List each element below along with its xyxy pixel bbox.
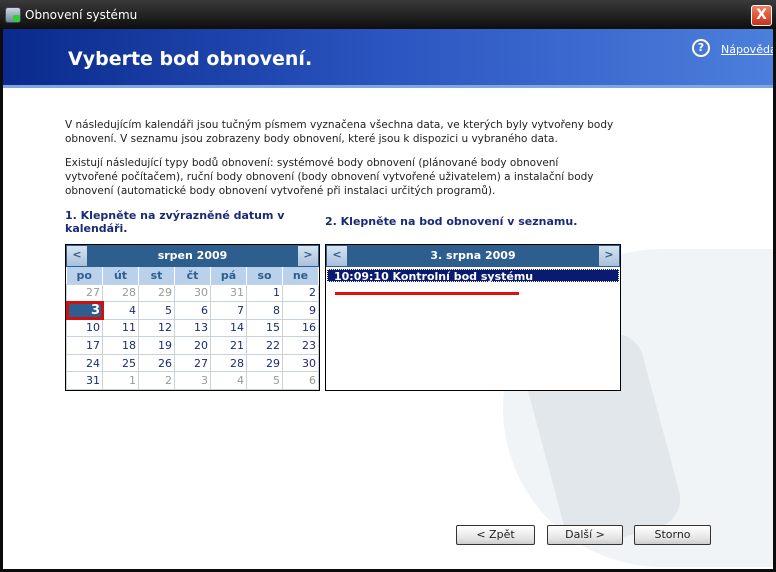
calendar-day[interactable]: 3 (174, 371, 211, 391)
calendar-day[interactable]: 21 (210, 336, 247, 355)
next-month-button[interactable]: > (298, 246, 318, 266)
window-title: Obnovení systému (25, 8, 138, 22)
calendar-day[interactable]: 8 (246, 301, 283, 320)
next-button[interactable]: Další > (547, 525, 623, 545)
calendar-day[interactable]: 5 (138, 301, 175, 320)
step1-label: 1. Klepněte na zvýrazněné datum v kalend… (65, 209, 285, 235)
restore-point-item[interactable]: 10:09:10 Kontrolní bod systému (327, 269, 619, 283)
calendar-day[interactable]: 14 (210, 318, 247, 338)
calendar-day[interactable]: 10 (66, 318, 103, 338)
calendar-day[interactable]: 6 (282, 371, 319, 391)
calendar-day[interactable]: 30 (282, 353, 319, 373)
calendar-day[interactable]: 27 (66, 283, 103, 303)
intro-paragraph-1: V následujícím kalendáři jsou tučným pís… (65, 119, 614, 145)
list-date-label: 3. srpna 2009 (430, 249, 516, 262)
list-header: < 3. srpna 2009 > (326, 245, 620, 267)
calendar-day[interactable]: 20 (174, 336, 211, 355)
calendar-day[interactable]: 24 (66, 353, 103, 373)
calendar-day[interactable]: 22 (246, 336, 283, 355)
calendar-week: 17 18 19 20 21 22 23 (66, 336, 319, 355)
calendar-day[interactable]: 29 (246, 353, 283, 373)
window: Obnovení systému X Vyberte bod obnovení.… (0, 0, 776, 572)
prev-day-button[interactable]: < (327, 246, 347, 266)
weekday-header: čt (174, 267, 211, 284)
calendar-header: < srpen 2009 > (66, 245, 319, 267)
client-area: Vyberte bod obnovení. ? Nápověda V násle… (3, 29, 773, 569)
calendar-day[interactable]: 6 (174, 301, 211, 320)
calendar-day[interactable]: 5 (246, 371, 283, 391)
calendar-day[interactable]: 2 (138, 371, 175, 391)
weekday-header: pá (210, 267, 247, 284)
system-restore-icon (5, 7, 21, 23)
calendar-day-selected[interactable]: 3 (65, 300, 104, 321)
title-bar: Obnovení systému X (0, 0, 776, 29)
calendar-day[interactable]: 1 (246, 283, 283, 303)
calendar-day[interactable]: 19 (138, 336, 175, 355)
calendar-day[interactable]: 16 (282, 318, 319, 338)
intro-paragraph-2: Existují následující typy bodů obnovení:… (65, 157, 594, 197)
calendar-week: 3456789 (65, 300, 319, 321)
calendar-day[interactable]: 30 (174, 283, 211, 303)
help-link[interactable]: Nápověda (721, 43, 773, 56)
calendar-day[interactable]: 28 (102, 283, 139, 303)
calendar-day[interactable]: 31 (210, 283, 247, 303)
weekday-header: so (246, 267, 283, 284)
calendar-day[interactable]: 17 (66, 336, 103, 355)
close-button[interactable]: X (751, 5, 772, 26)
calendar-day[interactable]: 29 (138, 283, 175, 303)
calendar-week: 10 11 12 13 14 15 16 (66, 318, 319, 338)
calendar-week: 31 1 2 3 4 5 6 (66, 371, 319, 391)
step2-label: 2. Klepněte na bod obnovení v seznamu. (325, 215, 578, 228)
back-button[interactable]: < Zpět (456, 525, 535, 545)
calendar-day[interactable]: 28 (210, 353, 247, 373)
highlight-underline (335, 292, 519, 295)
month-label: srpen 2009 (157, 249, 228, 262)
calendar-week: 24 25 26 27 28 29 30 (66, 353, 319, 373)
calendar-day[interactable]: 25 (102, 353, 139, 373)
calendar: < srpen 2009 > po út st čt pá so ne 27 28 29 30 31… (65, 244, 320, 391)
calendar-day[interactable]: 27 (174, 353, 211, 373)
next-day-button[interactable]: > (599, 246, 619, 266)
calendar-day[interactable]: 12 (138, 318, 175, 338)
weekday-header: ne (282, 267, 319, 284)
calendar-day[interactable]: 31 (66, 371, 103, 391)
prev-month-button[interactable]: < (67, 246, 87, 266)
calendar-grid: po út st čt pá so ne 27 28 29 30 31 1 2 3 4 5 6 7 8 9 10 11 12… (65, 267, 319, 391)
calendar-day[interactable]: 26 (138, 353, 175, 373)
calendar-day[interactable]: 7 (210, 301, 247, 320)
weekday-header: po (66, 267, 103, 284)
calendar-day[interactable]: 1 (102, 371, 139, 391)
weekday-header: út (102, 267, 139, 284)
help-icon[interactable]: ? (692, 39, 710, 57)
calendar-day[interactable]: 4 (210, 371, 247, 391)
calendar-day[interactable]: 23 (282, 336, 319, 355)
calendar-day[interactable]: 9 (282, 301, 319, 320)
cancel-button[interactable]: Storno (634, 525, 711, 545)
calendar-day[interactable]: 15 (246, 318, 283, 338)
page-title: Vyberte bod obnovení. (68, 48, 313, 70)
calendar-day[interactable]: 2 (282, 283, 319, 303)
weekday-header: st (138, 267, 175, 284)
calendar-week: 27 28 29 30 31 1 2 (66, 283, 319, 303)
restore-point-list: < 3. srpna 2009 > 10:09:10 Kontrolní bod… (325, 244, 621, 391)
calendar-day[interactable]: 18 (102, 336, 139, 355)
calendar-day[interactable]: 4 (102, 301, 139, 320)
calendar-day[interactable]: 11 (102, 318, 139, 338)
calendar-day[interactable]: 13 (174, 318, 211, 338)
header-banner: Vyberte bod obnovení. ? Nápověda (3, 29, 773, 88)
